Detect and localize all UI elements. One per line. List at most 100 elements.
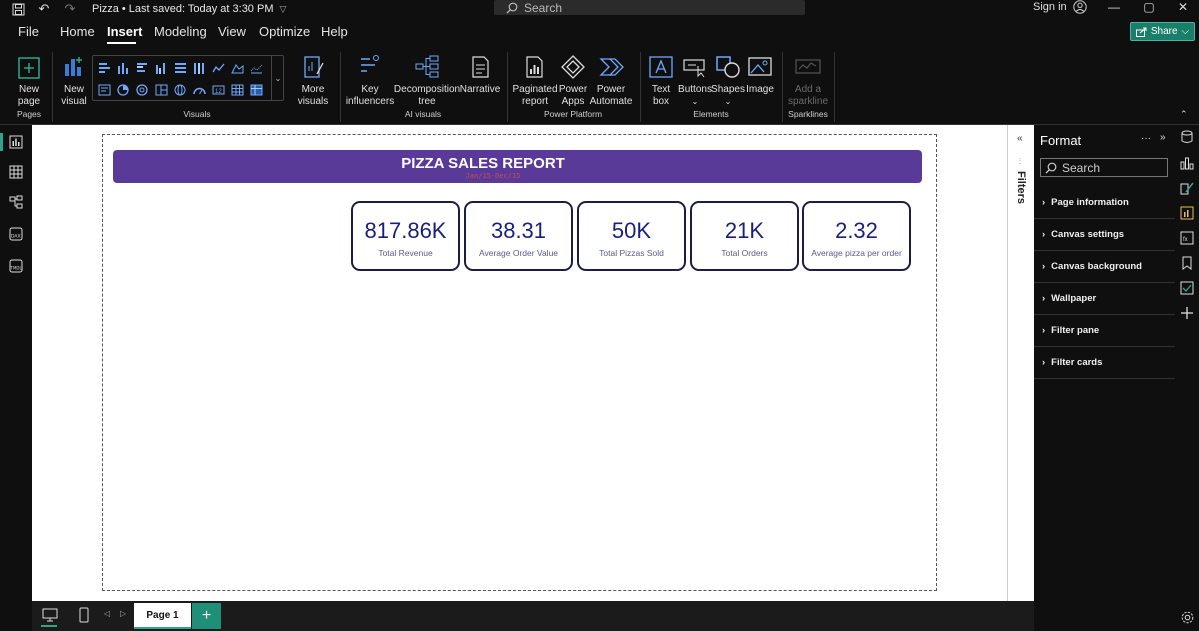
chevron-down-icon[interactable]: ▽ (279, 4, 286, 15)
paginated-report-button[interactable]: Paginated report (512, 52, 558, 108)
narrative-icon (465, 52, 495, 82)
treemap-icon[interactable] (153, 82, 169, 98)
new-visual-button[interactable]: New visual (58, 52, 90, 108)
key-influencers-button[interactable]: Key influencers (346, 52, 394, 108)
stacked-bar-chart-icon[interactable] (96, 60, 112, 76)
expand-filters-icon[interactable]: « (1017, 133, 1023, 144)
add-sparkline-button[interactable]: Add a sparkline (786, 52, 830, 108)
ribbon-chart-icon[interactable] (96, 82, 112, 98)
close-icon[interactable]: ✕ (1168, 0, 1198, 14)
100-stacked-column-icon[interactable] (191, 60, 207, 76)
maximize-icon[interactable]: ▢ (1134, 0, 1164, 14)
format-pane-icon[interactable] (1179, 180, 1195, 196)
format-pane: Format ··· » Search › Page information › C… (1034, 125, 1175, 631)
gauge-icon[interactable] (191, 82, 207, 98)
data-pane-icon[interactable] (1179, 129, 1195, 145)
buttons-dropdown[interactable]: Buttons ⌄ (677, 52, 713, 108)
report-title-banner[interactable]: PIZZA SALES REPORT Jan/15-Dec/15 (113, 150, 922, 183)
next-page-icon[interactable]: ▷ (120, 609, 126, 618)
line-chart-icon[interactable] (210, 60, 226, 76)
active-layout-indicator (41, 625, 57, 627)
new-page-button[interactable]: New page (10, 52, 48, 108)
title-bar: ↶ ↷ Pizza • Last saved: Today at 3:30 PM ▽… (0, 0, 1199, 18)
clustered-column-chart-icon[interactable] (153, 60, 169, 76)
report-view-icon[interactable] (7, 133, 25, 151)
global-search-input[interactable]: Search (494, 0, 805, 15)
card-visual-icon[interactable]: 12 (210, 82, 226, 98)
new-page-icon (14, 52, 44, 82)
table-view-icon[interactable] (7, 163, 25, 181)
image-button[interactable]: Image (744, 52, 776, 96)
performance-analyzer-icon[interactable]: fx (1179, 230, 1195, 246)
clustered-bar-chart-icon[interactable] (134, 60, 150, 76)
collapse-pane-icon[interactable]: » (1160, 132, 1166, 143)
avatar-icon (1072, 0, 1087, 14)
shapes-dropdown[interactable]: Shapes ⌄ (711, 52, 745, 108)
sign-in-button[interactable]: Sign in (1033, 0, 1087, 14)
kpi-card-average-pizza-per-order[interactable]: 2.32 Average pizza per order (802, 201, 911, 271)
more-options-icon[interactable]: ··· (1141, 133, 1151, 144)
pie-chart-icon[interactable] (115, 82, 131, 98)
map-icon[interactable] (172, 82, 188, 98)
save-icon[interactable] (10, 2, 26, 16)
undo-icon[interactable]: ↶ (36, 1, 52, 16)
tab-help[interactable]: Help (321, 24, 348, 39)
section-page-information[interactable]: › Page information (1034, 187, 1175, 219)
dax-query-view-icon[interactable]: DAX (7, 225, 25, 243)
report-page[interactable]: PIZZA SALES REPORT Jan/15-Dec/15 817.86K… (102, 134, 937, 591)
build-visual-icon[interactable] (1179, 205, 1195, 221)
visualizations-pane-icon[interactable] (1179, 155, 1195, 171)
page-tab-1[interactable]: Page 1 (134, 603, 191, 629)
section-wallpaper[interactable]: › Wallpaper (1034, 283, 1175, 315)
power-automate-button[interactable]: Power Automate (589, 52, 633, 108)
format-search-input[interactable]: Search (1040, 158, 1168, 177)
selection-pane-icon[interactable] (1179, 280, 1195, 296)
collapse-ribbon-icon[interactable]: ⌃ (1180, 109, 1188, 120)
filters-pane-collapsed[interactable]: « ⫶ Filters (1007, 125, 1034, 601)
group-label-ai-visuals: AI visuals (404, 109, 442, 119)
table-visual-icon[interactable] (229, 82, 245, 98)
report-canvas[interactable]: PIZZA SALES REPORT Jan/15-Dec/15 817.86K… (32, 125, 1007, 601)
add-pane-icon[interactable] (1179, 305, 1195, 321)
narrative-button[interactable]: Narrative (460, 52, 500, 96)
previous-page-icon[interactable]: ◁ (104, 609, 110, 618)
kpi-card-total-pizzas-sold[interactable]: 50K Total Pizzas Sold (577, 201, 686, 271)
kpi-card-total-revenue[interactable]: 817.86K Total Revenue (351, 201, 460, 271)
minimize-icon[interactable]: — (1099, 0, 1129, 14)
100-stacked-bar-icon[interactable] (172, 60, 188, 76)
paginated-report-label: Paginated report (512, 84, 558, 107)
add-page-button[interactable]: + (192, 603, 221, 629)
stacked-column-chart-icon[interactable] (115, 60, 131, 76)
settings-gear-icon[interactable] (1179, 609, 1195, 625)
chevron-right-icon: › (1042, 229, 1046, 240)
power-apps-button[interactable]: Power Apps (558, 52, 588, 108)
matrix-visual-icon[interactable] (248, 82, 264, 98)
section-filter-pane[interactable]: › Filter pane (1034, 315, 1175, 347)
section-canvas-background[interactable]: › Canvas background (1034, 251, 1175, 283)
new-page-label: New page (17, 84, 41, 107)
decomposition-tree-button[interactable]: Decomposition tree (394, 52, 460, 108)
stacked-area-chart-icon[interactable] (248, 60, 264, 76)
tab-home[interactable]: Home (60, 24, 95, 39)
visuals-gallery[interactable]: 12 ⌄ (92, 55, 284, 101)
bookmark-icon[interactable] (1179, 255, 1195, 271)
tab-optimize[interactable]: Optimize (259, 24, 310, 39)
redo-icon[interactable]: ↷ (62, 1, 78, 16)
mobile-layout-icon[interactable] (78, 607, 90, 628)
donut-chart-icon[interactable] (134, 82, 150, 98)
tab-modeling[interactable]: Modeling (154, 24, 207, 39)
area-chart-icon[interactable] (229, 60, 245, 76)
more-visuals-button[interactable]: More visuals (292, 52, 334, 108)
kpi-card-total-orders[interactable]: 21K Total Orders (690, 201, 799, 271)
section-canvas-settings[interactable]: › Canvas settings (1034, 219, 1175, 251)
tab-view[interactable]: View (218, 24, 246, 39)
section-filter-cards[interactable]: › Filter cards (1034, 347, 1175, 379)
text-box-button[interactable]: Text box (646, 52, 676, 108)
kpi-card-average-order-value[interactable]: 38.31 Average Order Value (464, 201, 573, 271)
share-button[interactable]: Share ⌵ (1130, 22, 1195, 41)
tab-file[interactable]: File (18, 24, 39, 39)
tmdl-view-icon[interactable]: TMDL (7, 257, 25, 275)
tab-insert[interactable]: Insert (107, 24, 142, 39)
model-view-icon[interactable] (7, 193, 25, 211)
gallery-expand-icon[interactable]: ⌄ (271, 56, 284, 100)
